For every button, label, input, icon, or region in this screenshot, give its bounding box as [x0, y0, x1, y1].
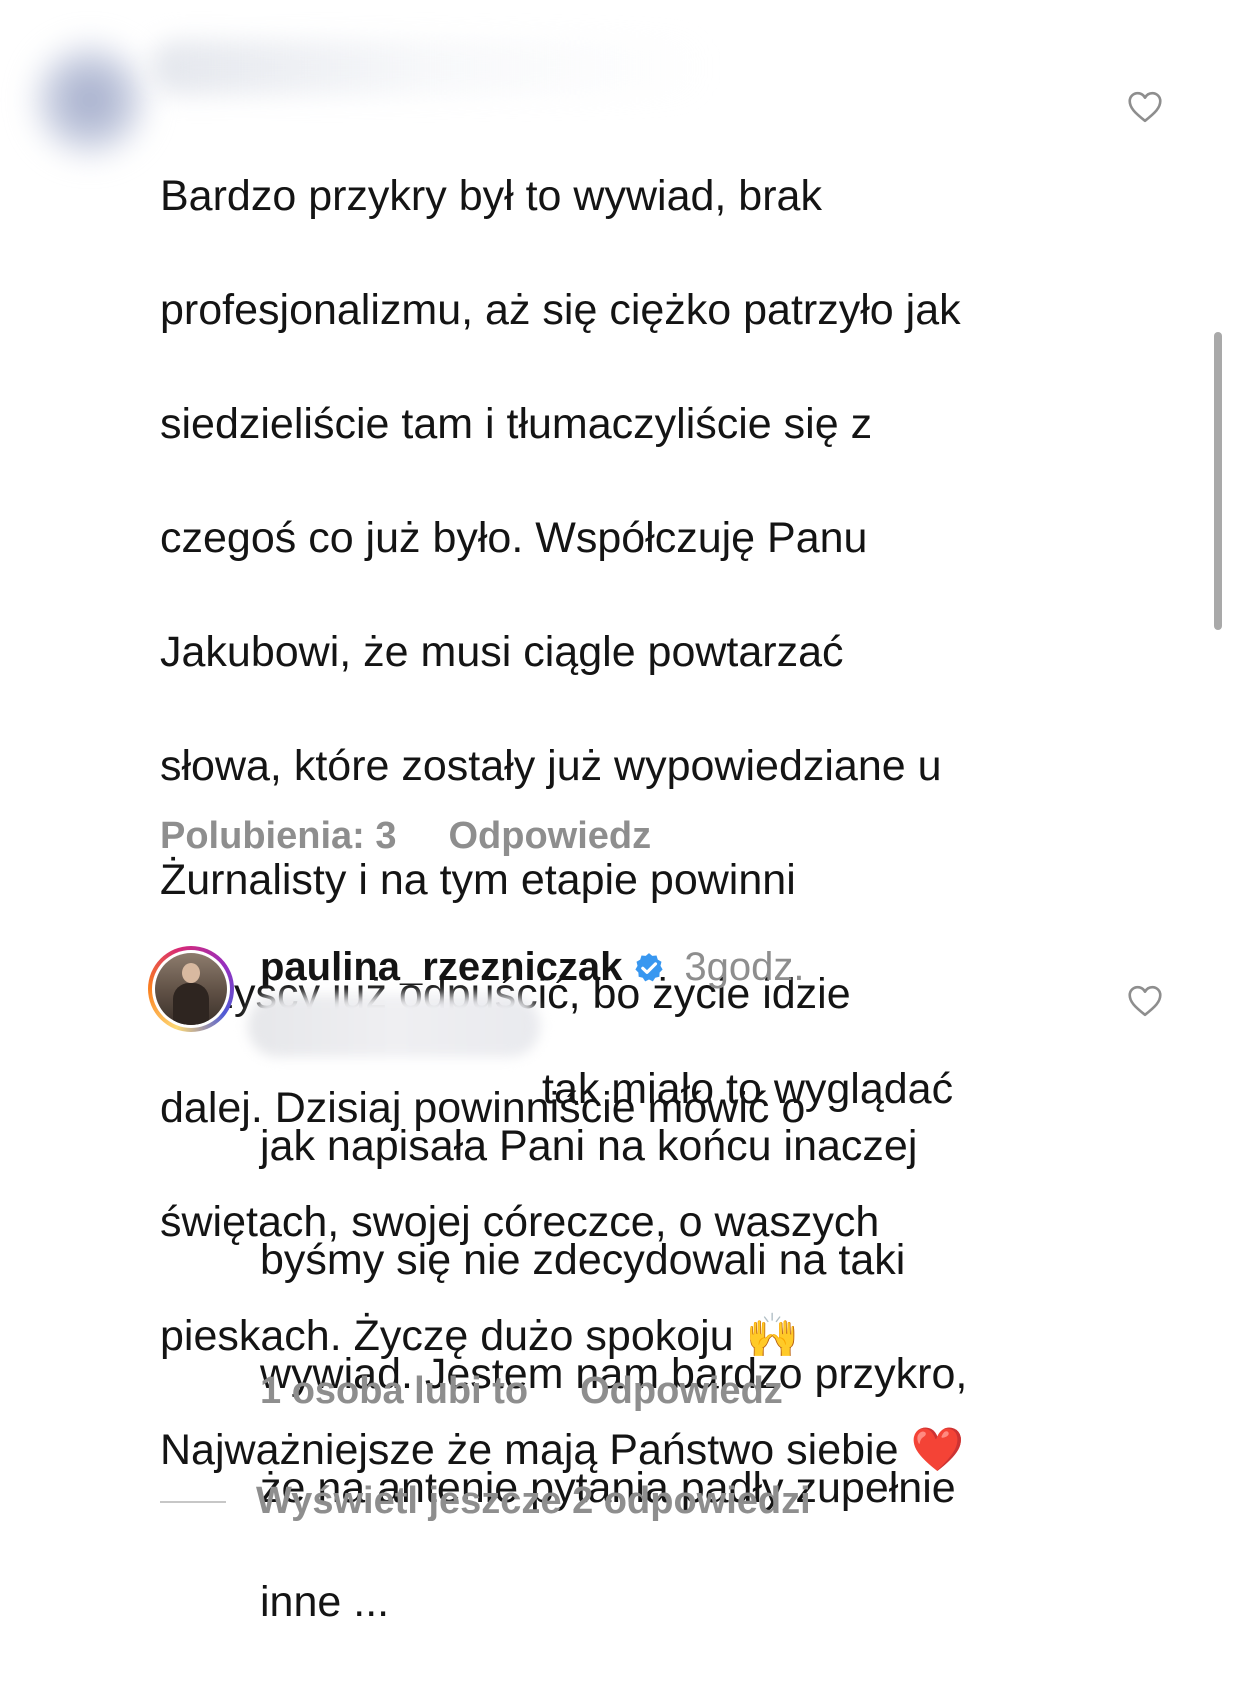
reply-username[interactable]: paulina_rzezniczak — [260, 945, 622, 990]
reply-button[interactable]: Odpowiedz — [448, 815, 651, 858]
comment-line: siedzieliście tam i tłumaczyliście się z — [160, 400, 873, 448]
reply-line: inne ... — [260, 1578, 390, 1626]
verified-badge-icon — [635, 952, 663, 981]
view-more-label[interactable]: Wyświetl jeszcze 2 odpowiedzi — [256, 1480, 811, 1523]
comment-line: Żurnalisty i na tym etapie powinni — [160, 856, 796, 904]
reply-line: byśmy się nie zdecydowali na taki — [260, 1236, 906, 1284]
comment-line: Jakubowi, że musi ciągle powtarzać — [160, 628, 844, 676]
comment-actions: Polubienia: 3 Odpowiedz — [160, 815, 651, 858]
redacted-mention[interactable] — [248, 995, 540, 1057]
redacted-username[interactable] — [150, 40, 710, 95]
reply-header: paulina_rzezniczak 3godz. — [260, 945, 804, 990]
reply-actions: 1 osoba lubi to Odpowiedz — [260, 1370, 783, 1413]
reply-avatar[interactable] — [148, 946, 234, 1032]
redacted-avatar[interactable] — [30, 40, 150, 160]
scrollbar[interactable] — [1214, 332, 1222, 630]
reply-like-heart-icon[interactable] — [1127, 985, 1163, 1017]
comment-line: słowa, które zostały już wypowiedziane u — [160, 742, 942, 790]
view-more-replies[interactable]: Wyświetl jeszcze 2 odpowiedzi — [160, 1480, 811, 1523]
reply-likes-link[interactable]: 1 osoba lubi to — [260, 1370, 528, 1413]
reply-line: jak napisała Pani na końcu inaczej — [260, 1122, 918, 1170]
reply-timestamp: 3godz. — [684, 945, 805, 989]
comment-line: profesjonalizmu, aż się ciężko patrzyło … — [160, 286, 961, 334]
likes-count-link[interactable]: Polubienia: 3 — [160, 815, 396, 858]
divider-line — [160, 1500, 226, 1503]
comment-line: czegoś co już było. Współczuję Panu — [160, 514, 868, 562]
comment-line: Bardzo przykry był to wywiad, brak — [160, 172, 822, 220]
reply-reply-button[interactable]: Odpowiedz — [580, 1370, 783, 1413]
